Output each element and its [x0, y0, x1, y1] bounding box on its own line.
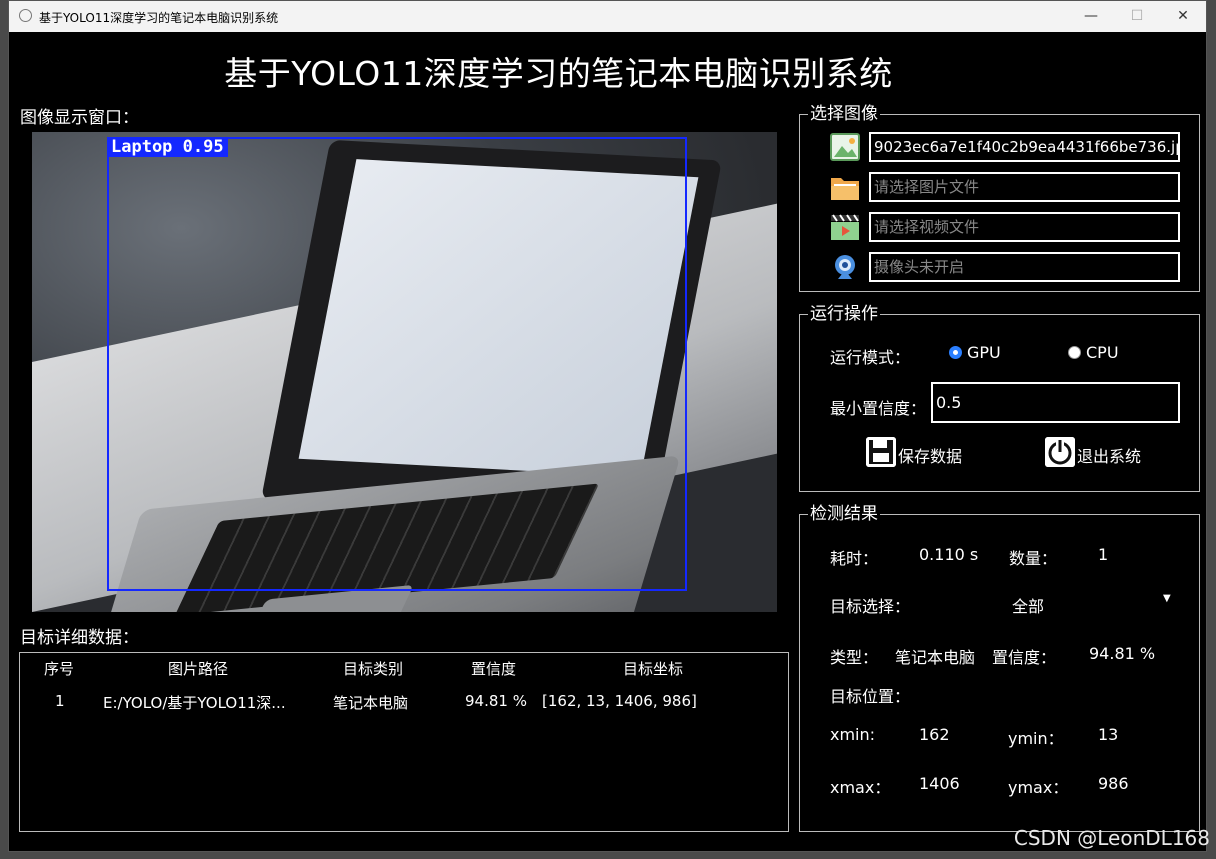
column-header-coords: 目标坐标	[623, 660, 684, 678]
ymax-value: 986	[1098, 774, 1129, 793]
details-label: 目标详细数据：	[20, 628, 139, 648]
column-header-path: 图片路径	[168, 660, 229, 678]
image-panel-label: 图像显示窗口：	[20, 108, 139, 128]
select-image-group: 选择图像 9023ec6a7e1f40c2b9ea4431f66be736.jp…	[799, 104, 1200, 292]
gpu-radio[interactable]	[949, 346, 962, 359]
app-icon	[19, 9, 32, 22]
ymin-label: ymin：	[1008, 729, 1064, 748]
select-image-title: 选择图像	[808, 104, 880, 124]
type-value: 笔记本电脑	[895, 648, 976, 667]
image-file-field[interactable]: 9023ec6a7e1f40c2b9ea4431f66be736.jpg	[869, 132, 1180, 162]
target-select-value: 全部	[1012, 597, 1045, 616]
cpu-label[interactable]: CPU	[1086, 343, 1119, 362]
xmin-value: 162	[919, 725, 950, 744]
app-title: 基于YOLO11深度学习的笔记本电脑识别系统	[224, 54, 893, 93]
image-display: Laptop 0.95	[32, 132, 777, 612]
close-button[interactable]: ✕	[1160, 1, 1206, 32]
ymin-value: 13	[1098, 725, 1119, 744]
column-header-class: 目标类别	[343, 660, 404, 678]
results-group: 检测结果 耗时： 0.110 s 数量： 1 目标选择： 全部 ▼ 类型： 笔记…	[799, 504, 1200, 832]
run-title: 运行操作	[808, 304, 880, 324]
min-confidence-label: 最小置信度：	[830, 399, 927, 418]
column-header-index: 序号	[44, 660, 75, 678]
maximize-button[interactable]: ☐	[1114, 1, 1160, 32]
column-header-confidence: 置信度	[471, 660, 517, 678]
cpu-radio[interactable]	[1068, 346, 1081, 359]
min-confidence-input[interactable]: 0.5	[931, 382, 1180, 423]
exit-label: 退出系统	[1077, 447, 1142, 466]
run-mode-label: 运行模式：	[830, 348, 911, 367]
window-title: 基于YOLO11深度学习的笔记本电脑识别系统	[39, 11, 279, 25]
time-label: 耗时：	[830, 549, 879, 568]
save-icon	[866, 437, 896, 467]
save-label: 保存数据	[898, 447, 963, 466]
confidence-label: 置信度：	[992, 648, 1057, 667]
count-label: 数量：	[1009, 549, 1058, 568]
ymax-label: ymax：	[1008, 778, 1069, 797]
video-icon[interactable]	[830, 213, 860, 241]
image-icon[interactable]	[830, 133, 860, 161]
folder-icon[interactable]	[830, 173, 860, 201]
camera-icon[interactable]	[830, 253, 860, 281]
minimize-button[interactable]: —	[1068, 1, 1114, 32]
time-value: 0.110 s	[919, 545, 979, 564]
chevron-down-icon: ▼	[1163, 593, 1171, 604]
app-window: 基于YOLO11深度学习的笔记本电脑识别系统 — ☐ ✕ 基于YOLO11深度学…	[8, 0, 1207, 852]
xmax-label: xmax：	[830, 778, 891, 797]
count-value: 1	[1098, 545, 1109, 564]
cell-path: E:/YOLO/基于YOLO11深...	[103, 694, 286, 712]
results-title: 检测结果	[808, 504, 880, 524]
title-bar: 基于YOLO11深度学习的笔记本电脑识别系统 — ☐ ✕	[9, 1, 1206, 32]
detection-bounding-box	[107, 137, 687, 591]
power-icon	[1045, 437, 1075, 467]
confidence-value: 94.81 %	[1089, 644, 1156, 663]
run-group: 运行操作 运行模式： GPU CPU 最小置信度： 0.5 保存数据 退出系统	[799, 304, 1200, 492]
watermark: CSDN @LeonDL168	[1013, 826, 1210, 850]
cell-index: 1	[55, 692, 65, 710]
type-label: 类型：	[830, 648, 879, 667]
cell-class: 笔记本电脑	[333, 694, 409, 712]
target-select-label: 目标选择：	[830, 597, 911, 616]
video-path-field[interactable]: 请选择视频文件	[869, 212, 1180, 242]
xmax-value: 1406	[919, 774, 960, 793]
cell-confidence: 94.81 %	[465, 692, 527, 710]
position-label: 目标位置：	[830, 687, 911, 706]
details-table[interactable]: 序号 图片路径 目标类别 置信度 目标坐标 1 E:/YOLO/基于YOLO11…	[19, 652, 789, 832]
camera-field[interactable]: 摄像头未开启	[869, 252, 1180, 282]
detection-label: Laptop 0.95	[107, 137, 228, 157]
cell-coords: [162, 13, 1406, 986]	[542, 692, 697, 710]
xmin-label: xmin:	[830, 725, 876, 744]
gpu-label[interactable]: GPU	[967, 343, 1001, 362]
folder-path-field[interactable]: 请选择图片文件	[869, 172, 1180, 202]
